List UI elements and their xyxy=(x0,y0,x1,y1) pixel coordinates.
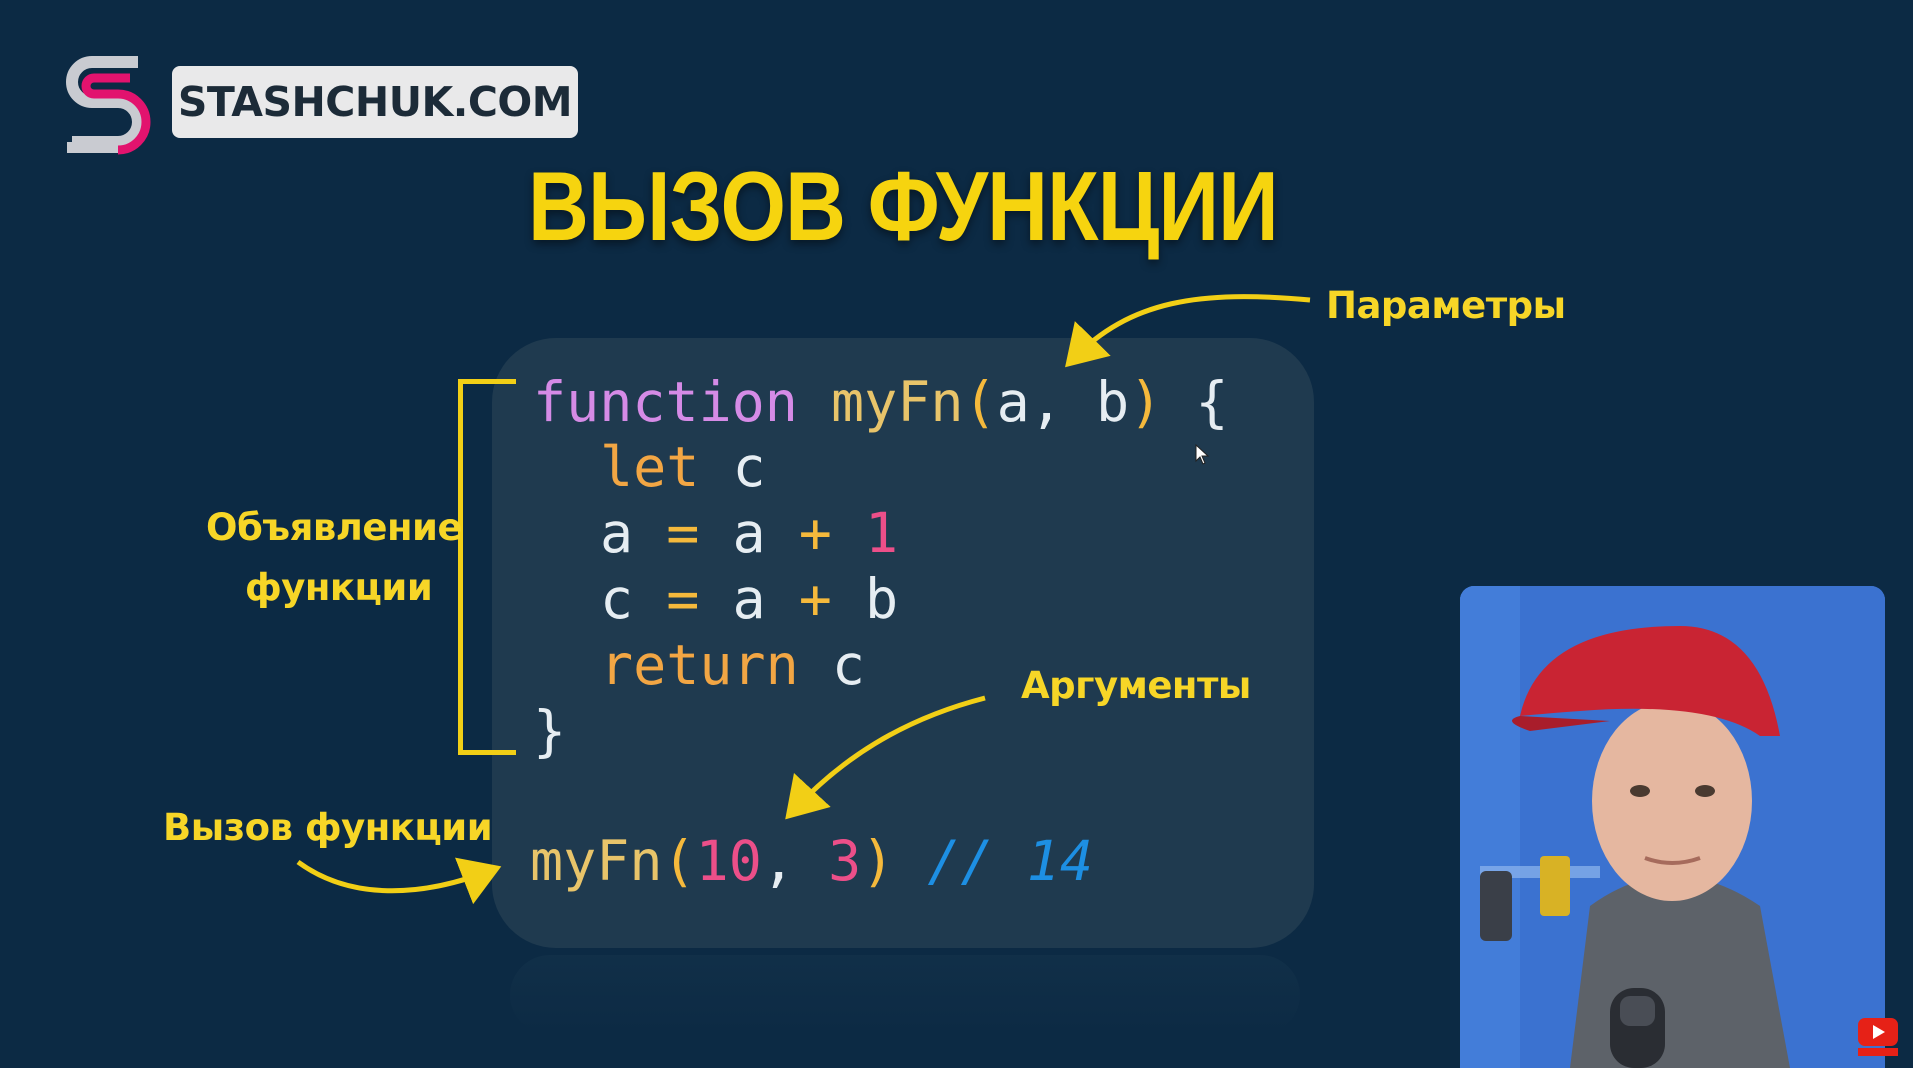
youtube-subscribe-icon[interactable] xyxy=(1856,1014,1900,1058)
cursor-icon xyxy=(1195,444,1210,465)
arrow-to-parameters xyxy=(1065,294,1311,368)
arrow-to-call xyxy=(296,857,502,905)
presenter-image xyxy=(1460,586,1885,1068)
arrow-to-arguments xyxy=(785,695,986,820)
presenter-webcam xyxy=(1460,586,1885,1068)
